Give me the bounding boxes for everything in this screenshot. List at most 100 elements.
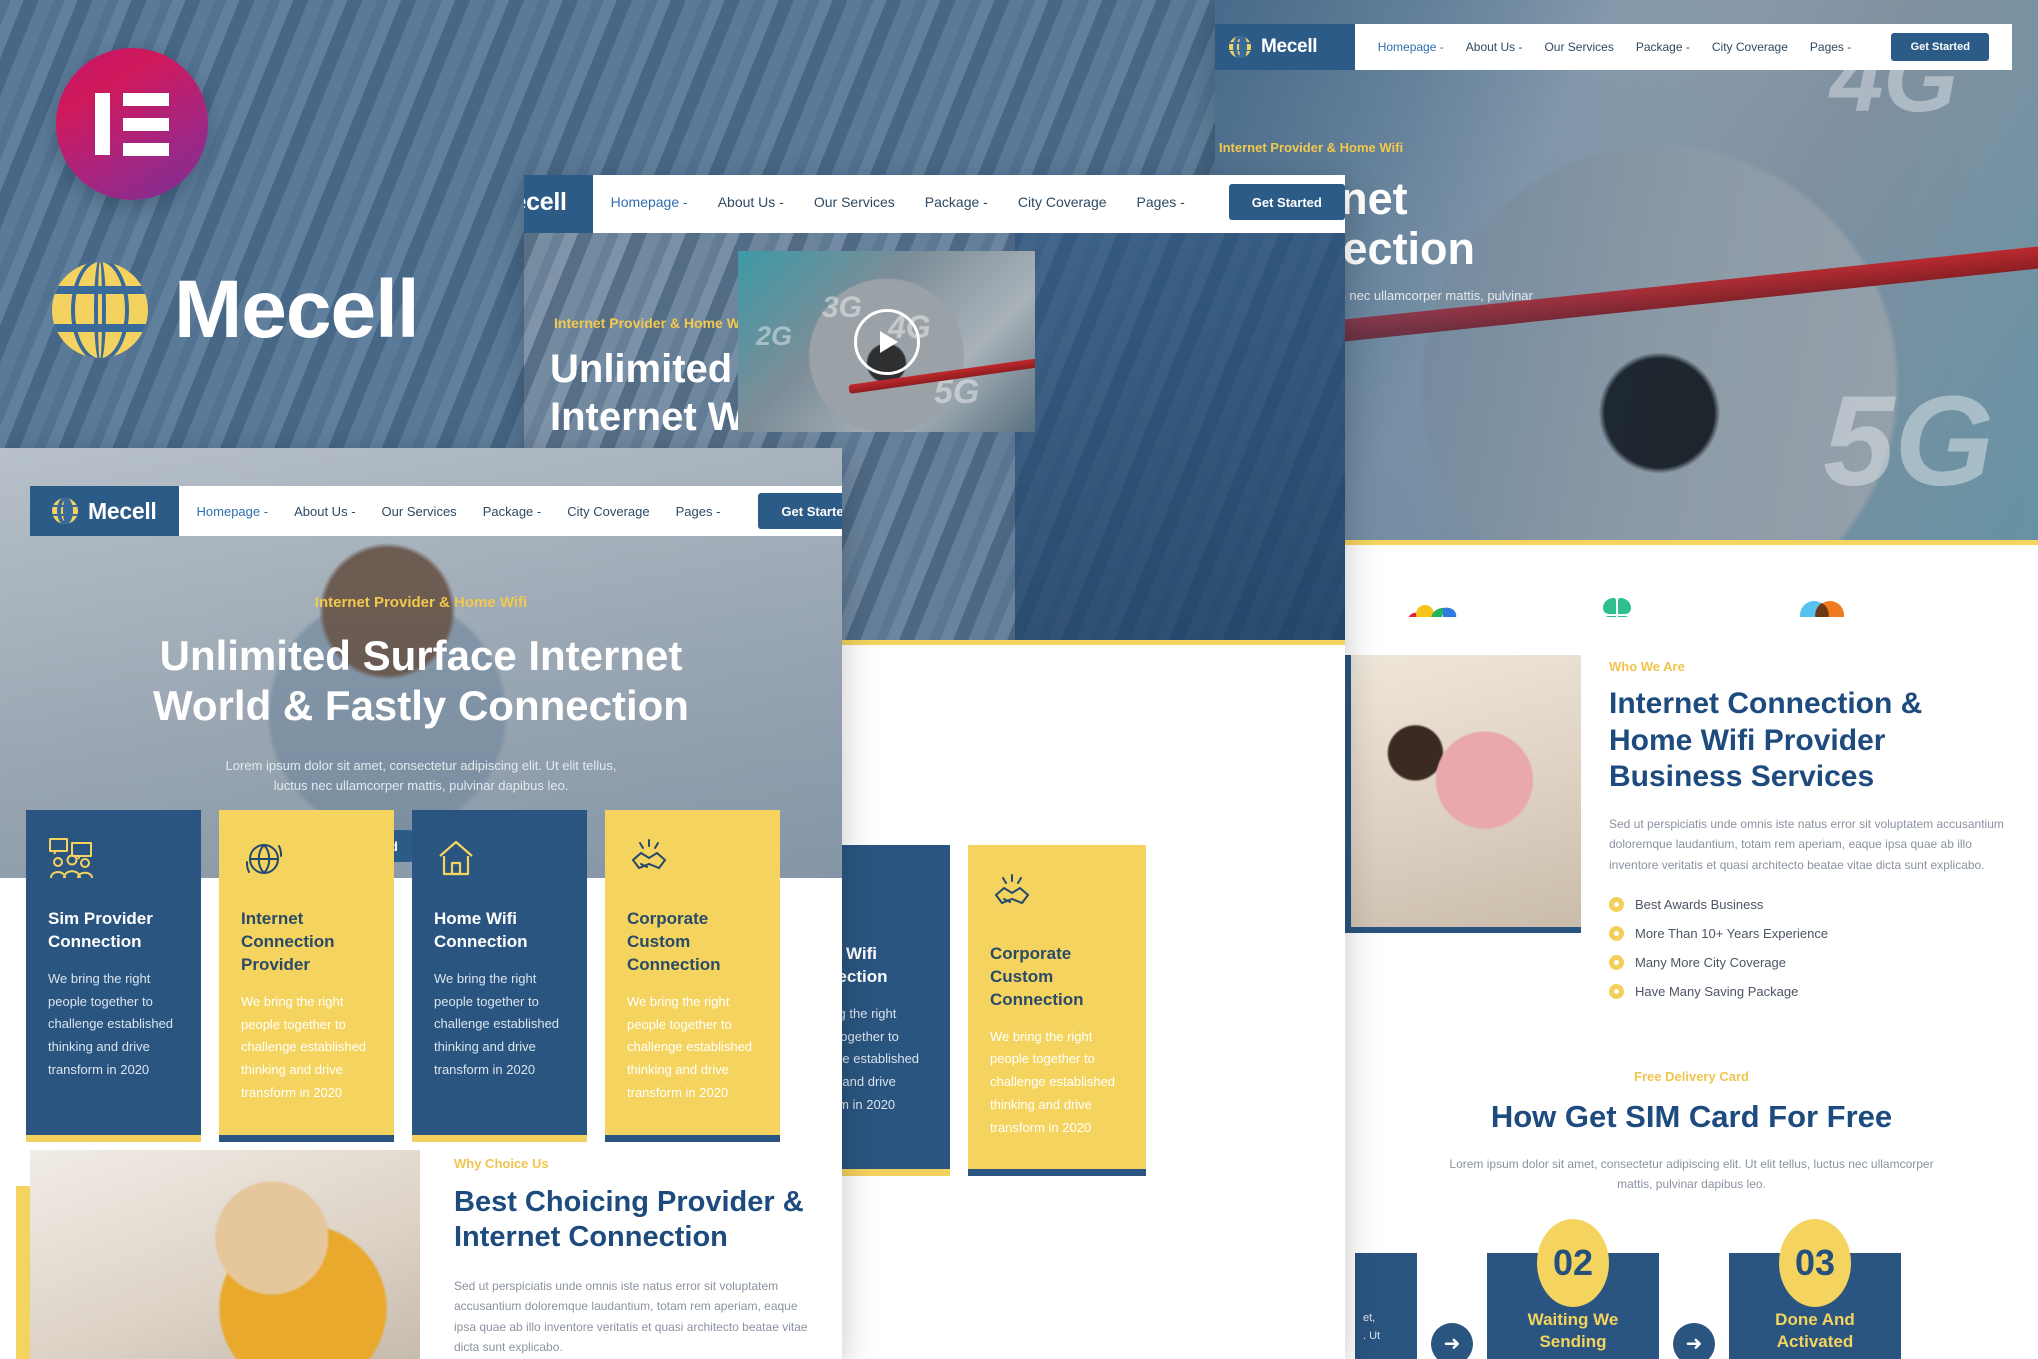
home-wifi-icon (434, 836, 480, 882)
nav-get-started-button[interactable]: Get Started (1228, 184, 1345, 220)
step-clip-line1: et, (1363, 1311, 1376, 1324)
nav-item-homepage[interactable]: Homepage - (1378, 40, 1444, 54)
service-title: Corporate Custom Connection (990, 943, 1084, 1009)
service-body: We bring the right people together to ch… (627, 993, 753, 1100)
nav-item-package[interactable]: Package - (1636, 40, 1690, 54)
service-body: We bring the right people together to ch… (434, 970, 560, 1077)
service-title: Internet Connection Provider (241, 909, 335, 974)
handshake-icon (627, 836, 673, 882)
team-chat-icon (48, 836, 94, 882)
nav-links: Homepage - About Us - Our Services Packa… (592, 175, 1345, 233)
nav-item-city-coverage[interactable]: City Coverage (1712, 40, 1788, 54)
nav-logo[interactable]: Mecell (524, 175, 593, 233)
nav-logo[interactable]: Mecell (1215, 24, 1355, 70)
gauge-label-3g: 3G (822, 291, 863, 324)
step-title: Waiting We Sending (1527, 1309, 1619, 1351)
steps-section: Free Delivery Card How Get SIM Card For … (1345, 1013, 2038, 1359)
hero-side-panel (1015, 175, 1345, 640)
arrow-right-icon: ➜ (1431, 1322, 1473, 1359)
why-copy: Why Choice Us Best Choicing Provider & I… (454, 1150, 812, 1359)
why-body: Sed ut perspiciatis unde omnis iste natu… (454, 1278, 808, 1354)
about-copy: Who We Are Internet Connection & Home Wi… (1609, 655, 2012, 1013)
nav-item-about-us[interactable]: About Us - (718, 194, 784, 210)
nav-item-pages[interactable]: Pages - (1810, 40, 1851, 54)
list-item: More Than 10+ Years Experience (1609, 925, 2012, 941)
hero-eyebrow: Internet Provider & Home Wifi (554, 315, 753, 331)
why-eyebrow: Why Choice Us (454, 1156, 549, 1171)
globe-arrows-icon (241, 836, 287, 882)
nav-item-about-us[interactable]: About Us - (1466, 40, 1523, 54)
play-icon[interactable] (853, 308, 920, 375)
list-item: Have Many Saving Package (1609, 983, 2012, 999)
why-photo-accent (16, 1186, 30, 1359)
nav-item-city-coverage[interactable]: City Coverage (567, 504, 649, 519)
elementor-bar-3 (123, 142, 169, 156)
elementor-bar-2 (123, 117, 169, 131)
about-title: Internet Connection & Home Wifi Provider… (1609, 687, 1923, 794)
why-title-line1: Best Choicing Provider & (454, 1186, 804, 1218)
handshake-icon (990, 871, 1036, 917)
hero-title-line2: World & Fastly Connection (153, 682, 689, 730)
nav-item-about-us[interactable]: About Us - (294, 504, 355, 519)
video-thumbnail[interactable]: 2G 3G 4G 5G (738, 251, 1035, 432)
globe-icon (52, 262, 148, 358)
nav-brand-name: Mecell (1261, 36, 1318, 57)
nav-brand-name: Mecell (524, 187, 567, 216)
about-photo-frame (1345, 655, 1581, 1013)
list-item: Many More City Coverage (1609, 954, 2012, 970)
service-title: Corporate Custom Connection (627, 909, 721, 974)
elementor-bar-stack (123, 92, 169, 156)
steps-row: et, . Ut nar ➜ 02 Waiting We Sending Lor… (1345, 1218, 2038, 1359)
nav-get-started-button[interactable]: Get Started (1891, 33, 1990, 61)
why-photo-frame (16, 1150, 420, 1359)
screenshot-about-steps: Who We Are Internet Connection & Home Wi… (1345, 617, 2038, 1359)
nav-item-pages[interactable]: Pages - (1137, 194, 1185, 210)
step-card-02: 02 Waiting We Sending Lorem ipsum dolor … (1487, 1218, 1659, 1359)
service-body: We bring the right people together to ch… (241, 993, 367, 1100)
site-nav-video: Mecell Homepage - About Us - Our Service… (524, 175, 1345, 233)
step-number-badge: 03 (1779, 1218, 1851, 1307)
site-nav-main: Mecell Homepage - About Us - Our Service… (30, 486, 842, 536)
brand-name: Mecell (174, 264, 420, 355)
bullet-dot-icon (1609, 983, 1624, 999)
bullet-dot-icon (1609, 954, 1624, 970)
nav-item-our-services[interactable]: Our Services (1544, 40, 1613, 54)
why-photo (30, 1150, 420, 1359)
nav-logo[interactable]: Mecell (30, 486, 179, 536)
nav-item-our-services[interactable]: Our Services (814, 194, 895, 210)
elementor-bar-1 (123, 92, 169, 106)
service-card-home-wifi: Home Wifi Connection We bring the right … (412, 810, 587, 1135)
nav-get-started-button[interactable]: Get Started (758, 493, 842, 529)
showcase-canvas: Mecell 4G 5G Mecell Homepage - About Us … (0, 0, 2038, 1359)
elementor-logo-marks (56, 48, 208, 200)
nav-item-package[interactable]: Package - (483, 504, 542, 519)
about-section: Who We Are Internet Connection & Home Wi… (1345, 617, 2038, 1013)
nav-item-package[interactable]: Package - (925, 194, 988, 210)
about-body: Sed ut perspiciatis unde omnis iste natu… (1609, 816, 2004, 872)
nav-item-city-coverage[interactable]: City Coverage (1018, 194, 1107, 210)
nav-brand-name: Mecell (88, 497, 157, 524)
screenshot-main-page: Mecell Homepage - About Us - Our Service… (0, 448, 842, 1359)
service-card-internet-connection: Internet Connection Provider We bring th… (219, 810, 394, 1135)
nav-links: Homepage - About Us - Our Services Packa… (178, 486, 842, 536)
about-photo (1345, 655, 1581, 933)
service-title: Sim Provider Connection (48, 909, 153, 951)
about-eyebrow: Who We Are (1609, 659, 1685, 674)
nav-item-our-services[interactable]: Our Services (382, 504, 457, 519)
service-card-corporate: Corporate Custom Connection We bring the… (968, 844, 1146, 1170)
brand-wordmark: Mecell (52, 262, 420, 358)
bullet-dot-icon (1609, 896, 1624, 912)
nav-item-homepage[interactable]: Homepage - (197, 504, 269, 519)
nav-item-homepage[interactable]: Homepage - (611, 194, 688, 210)
service-title: Home Wifi Connection (434, 909, 528, 951)
nav-item-pages[interactable]: Pages - (676, 504, 721, 519)
list-item: Best Awards Business (1609, 896, 2012, 912)
service-card-sim-provider: Sim Provider Connection We bring the rig… (26, 810, 201, 1135)
steps-body: Lorem ipsum dolor sit amet, consectetur … (1449, 1156, 1934, 1192)
services-row: Sim Provider Connection We bring the rig… (26, 810, 816, 1135)
gauge-label-2g: 2G (756, 321, 793, 351)
arrow-right-icon: ➜ (1673, 1322, 1715, 1359)
service-card-corporate: Corporate Custom Connection We bring the… (605, 810, 780, 1135)
step-clip-line2: . Ut (1363, 1330, 1381, 1343)
elementor-bar-vertical (95, 93, 110, 155)
